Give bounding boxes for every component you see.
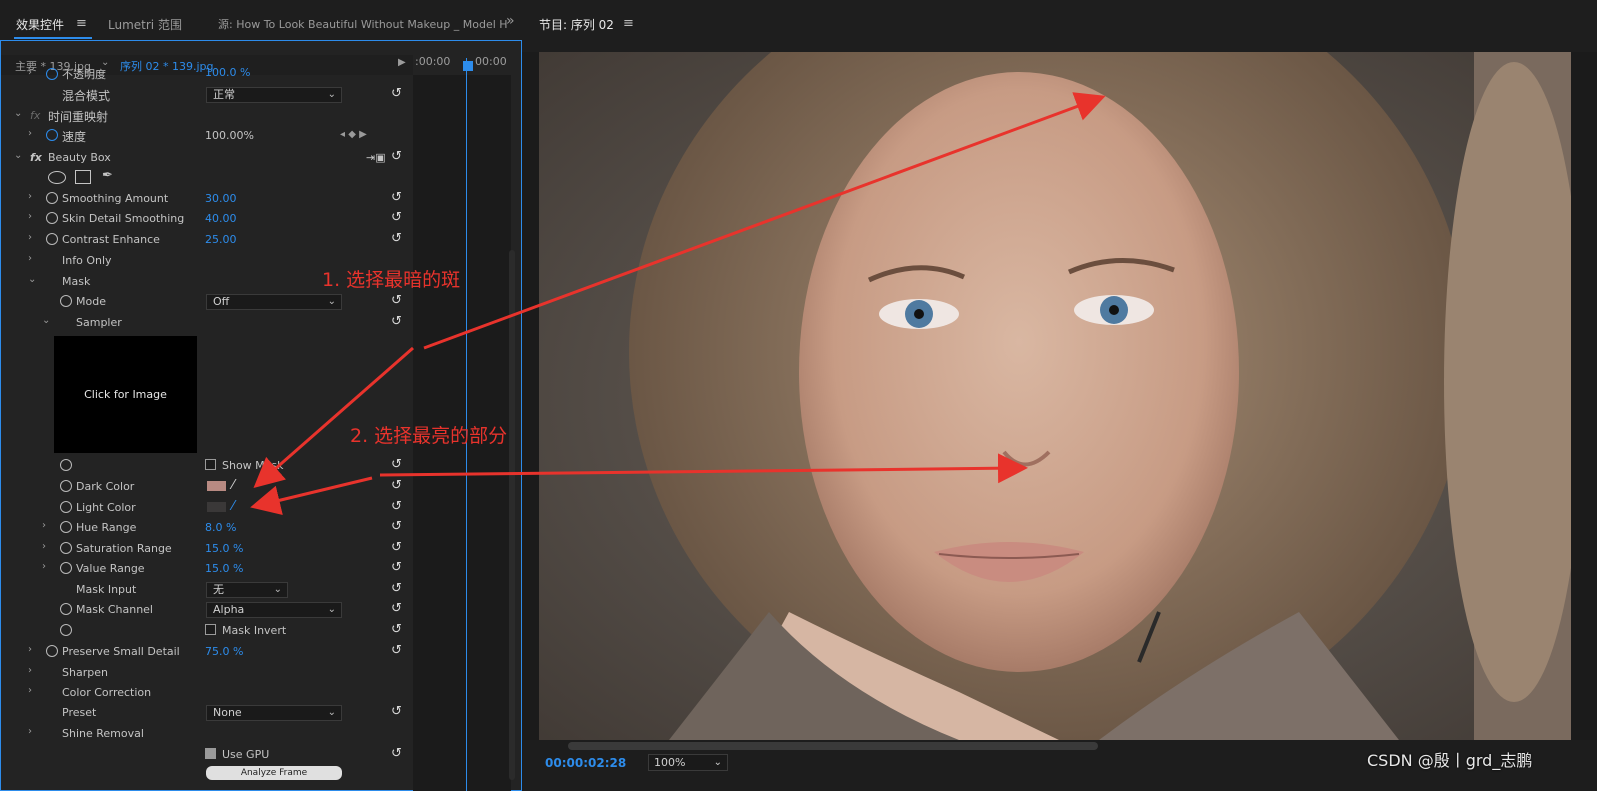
annotation-step1: 1. 选择最暗的斑 (322, 269, 461, 291)
arrow-to-dark-eyedropper (253, 346, 414, 488)
annotation-step2: 2. 选择最亮的部分 (350, 425, 508, 447)
arrow-to-forehead (423, 92, 1106, 350)
monitor-scrollbar[interactable] (568, 742, 1098, 750)
arrow-to-nose (379, 453, 1028, 484)
annotation-arrows (250, 92, 1106, 515)
arrow-to-light-eyedropper (250, 476, 373, 515)
zoom-level-dropdown[interactable]: 100% ⌄ (648, 754, 728, 771)
zoom-level-value: 100% (654, 756, 686, 769)
playhead-timecode[interactable]: 00:00:02:28 (545, 756, 626, 770)
watermark: CSDN @殷丨grd_志鹏 (1367, 751, 1533, 770)
chevron-down-icon: ⌄ (713, 757, 722, 768)
